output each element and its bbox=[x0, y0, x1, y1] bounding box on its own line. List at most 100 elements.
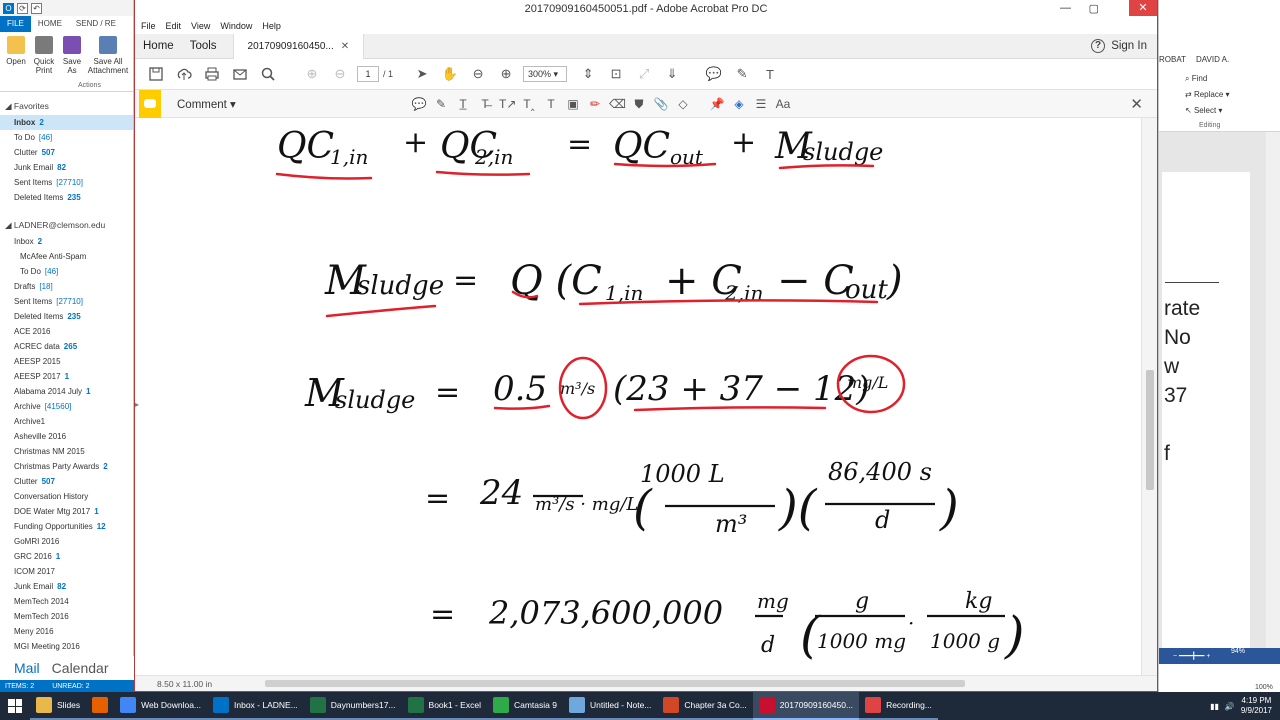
fit-page-icon[interactable]: ⊡ bbox=[605, 63, 627, 85]
underline-text-icon[interactable]: T̲ bbox=[455, 96, 471, 112]
folder-item[interactable]: To Do [46] bbox=[0, 264, 133, 279]
folder-item[interactable]: Christmas NM 2015 bbox=[0, 444, 133, 459]
tab-home[interactable]: HOME bbox=[31, 16, 69, 32]
select-cursor-icon[interactable]: ➤ bbox=[411, 63, 433, 85]
replace-command[interactable]: ⇄ Replace ▾ bbox=[1185, 90, 1230, 99]
volume-icon[interactable]: 🔊 bbox=[1225, 702, 1235, 711]
fill-color-icon[interactable]: ◈ bbox=[731, 96, 747, 112]
vertical-scroll-thumb[interactable] bbox=[1146, 370, 1154, 490]
replace-text-icon[interactable]: T↗ bbox=[499, 96, 516, 112]
zoom-in-icon[interactable]: ⊕ bbox=[495, 63, 517, 85]
folder-item[interactable]: Sent Items [27710] bbox=[0, 175, 133, 190]
comment-bubble-icon[interactable]: 💬 bbox=[703, 63, 725, 85]
word-vertical-scrollbar[interactable] bbox=[1266, 132, 1280, 652]
folder-item[interactable]: AEESP 2017 1 bbox=[0, 369, 133, 384]
folder-item[interactable]: Sent Items [27710] bbox=[0, 294, 133, 309]
folder-item[interactable]: Archive [41560] bbox=[0, 399, 133, 414]
close-comment-toolbar-icon[interactable]: ✕ bbox=[1130, 95, 1143, 113]
highlight-text-icon[interactable]: ✎ bbox=[433, 96, 449, 112]
folder-item[interactable]: Meny 2016 bbox=[0, 624, 133, 639]
upload-icon[interactable] bbox=[173, 63, 195, 85]
start-button[interactable] bbox=[0, 692, 30, 720]
horizontal-scroll-thumb[interactable] bbox=[265, 680, 965, 687]
full-screen-icon[interactable]: ⤢ bbox=[633, 63, 655, 85]
email-icon[interactable] bbox=[229, 63, 251, 85]
previous-page-icon[interactable]: ⊕ bbox=[301, 63, 323, 85]
taskbar-item[interactable]: Recording... bbox=[859, 692, 938, 720]
close-tab-icon[interactable]: ✕ bbox=[341, 41, 349, 52]
text-box-icon[interactable]: ▣ bbox=[565, 96, 581, 112]
taskbar-item[interactable]: Web Downloa... bbox=[114, 692, 208, 720]
fit-width-icon[interactable]: ⇕ bbox=[577, 63, 599, 85]
word-page[interactable]: rate No w 37 f bbox=[1162, 172, 1250, 652]
folder-item[interactable]: MGI Meeting 2016 bbox=[0, 639, 133, 654]
folder-item[interactable]: Drafts [18] bbox=[0, 279, 133, 294]
drawing-tools-icon[interactable]: ◇ bbox=[675, 96, 691, 112]
eraser-icon[interactable]: ⌫ bbox=[609, 96, 626, 112]
folder-item[interactable]: Junk Email 82 bbox=[0, 579, 133, 594]
insert-text-icon[interactable]: T‸ bbox=[521, 96, 537, 112]
stamp-icon[interactable]: ⛊ bbox=[631, 96, 647, 112]
folder-item[interactable]: Deleted Items 235 bbox=[0, 190, 133, 205]
folder-item[interactable]: MemTech 2014 bbox=[0, 594, 133, 609]
nav-mail[interactable]: Mail bbox=[14, 660, 40, 676]
folder-item[interactable]: ICOM 2017 bbox=[0, 564, 133, 579]
favorites-header[interactable]: ◢ Favorites bbox=[0, 98, 133, 115]
folder-item[interactable]: Clutter 507 bbox=[0, 145, 133, 160]
sign-in-link[interactable]: Sign In bbox=[1111, 40, 1147, 52]
zoom-dropdown[interactable]: 300% ▾ bbox=[523, 66, 568, 82]
pdf-page-view[interactable]: QC 1,in + QC 2,in = QC out + M sludge M … bbox=[135, 118, 1157, 675]
tab-document[interactable]: 20170909160450... ✕ bbox=[232, 33, 365, 59]
folder-item[interactable]: GRC 2016 1 bbox=[0, 549, 133, 564]
menu-view[interactable]: View bbox=[191, 21, 210, 31]
pin-icon[interactable]: 📌 bbox=[709, 96, 725, 112]
sticky-note-icon[interactable]: 💬 bbox=[411, 96, 427, 112]
tab-tools[interactable]: Tools bbox=[182, 40, 225, 52]
menu-file[interactable]: File bbox=[141, 21, 156, 31]
taskbar-item[interactable]: Slides bbox=[30, 692, 87, 720]
taskbar-item[interactable]: 20170909160450... bbox=[752, 692, 860, 720]
folder-item[interactable]: Junk Email 82 bbox=[0, 160, 133, 175]
scroll-mode-icon[interactable]: ⇓ bbox=[661, 63, 683, 85]
folder-item[interactable]: Conversation History bbox=[0, 489, 133, 504]
folder-item[interactable]: AEESP 2015 bbox=[0, 354, 133, 369]
draw-pencil-icon[interactable]: ✏ bbox=[587, 96, 603, 112]
save-icon[interactable] bbox=[145, 63, 167, 85]
folder-item[interactable]: Archive1 bbox=[0, 414, 133, 429]
hand-tool-icon[interactable]: ✋ bbox=[439, 63, 461, 85]
close-window-button[interactable]: ✕ bbox=[1129, 0, 1157, 16]
line-weight-icon[interactable]: ☰ bbox=[753, 96, 769, 112]
taskbar-item[interactable]: Daynumbers17... bbox=[303, 692, 402, 720]
menu-window[interactable]: Window bbox=[220, 21, 252, 31]
left-panel-toggle[interactable]: ▸ bbox=[135, 400, 139, 409]
select-command[interactable]: ↖ Select ▾ bbox=[1185, 106, 1222, 115]
folder-item[interactable]: ACE 2016 bbox=[0, 324, 133, 339]
folder-item[interactable]: Christmas Party Awards 2 bbox=[0, 459, 133, 474]
highlight-pen-icon[interactable]: ✎ bbox=[731, 63, 753, 85]
folder-item[interactable]: MemTech 2016 bbox=[0, 609, 133, 624]
taskbar-item[interactable]: Camtasia 9 bbox=[486, 692, 563, 720]
menu-edit[interactable]: Edit bbox=[166, 21, 182, 31]
word-user-name[interactable]: DAVID A. bbox=[1196, 55, 1229, 64]
nav-calendar[interactable]: Calendar bbox=[52, 660, 109, 676]
account-header[interactable]: ◢ LADNER@clemson.edu bbox=[0, 217, 133, 234]
tab-send-receive[interactable]: SEND / RE bbox=[69, 16, 123, 32]
add-text-icon[interactable]: T bbox=[759, 63, 781, 85]
find-command[interactable]: ⌕ Find bbox=[1185, 74, 1207, 84]
print-icon[interactable] bbox=[201, 63, 223, 85]
add-text-comment-icon[interactable]: T bbox=[543, 96, 559, 112]
word-tab-fragment[interactable]: ROBAT bbox=[1159, 55, 1186, 64]
folder-item[interactable]: DOE Water Mtg 2017 1 bbox=[0, 504, 133, 519]
attach-file-icon[interactable]: 📎 bbox=[653, 96, 669, 112]
zoom-slider[interactable]: − ━━━╋━━ + bbox=[1173, 652, 1210, 660]
tab-file[interactable]: FILE bbox=[0, 16, 31, 32]
folder-item[interactable]: Inbox 2 bbox=[0, 115, 133, 130]
word-zoom-level[interactable]: 94% bbox=[1231, 648, 1245, 655]
taskbar-item[interactable]: Untitled - Note... bbox=[562, 692, 658, 720]
folder-item[interactable]: To Do [46] bbox=[0, 130, 133, 145]
folder-item[interactable]: McAfee Anti-Spam bbox=[0, 249, 133, 264]
tab-home[interactable]: Home bbox=[135, 40, 182, 52]
folder-item[interactable]: Funding Opportunities 12 bbox=[0, 519, 133, 534]
undo-icon[interactable]: ↶ bbox=[31, 2, 42, 14]
folder-item[interactable]: ACREC data 265 bbox=[0, 339, 133, 354]
